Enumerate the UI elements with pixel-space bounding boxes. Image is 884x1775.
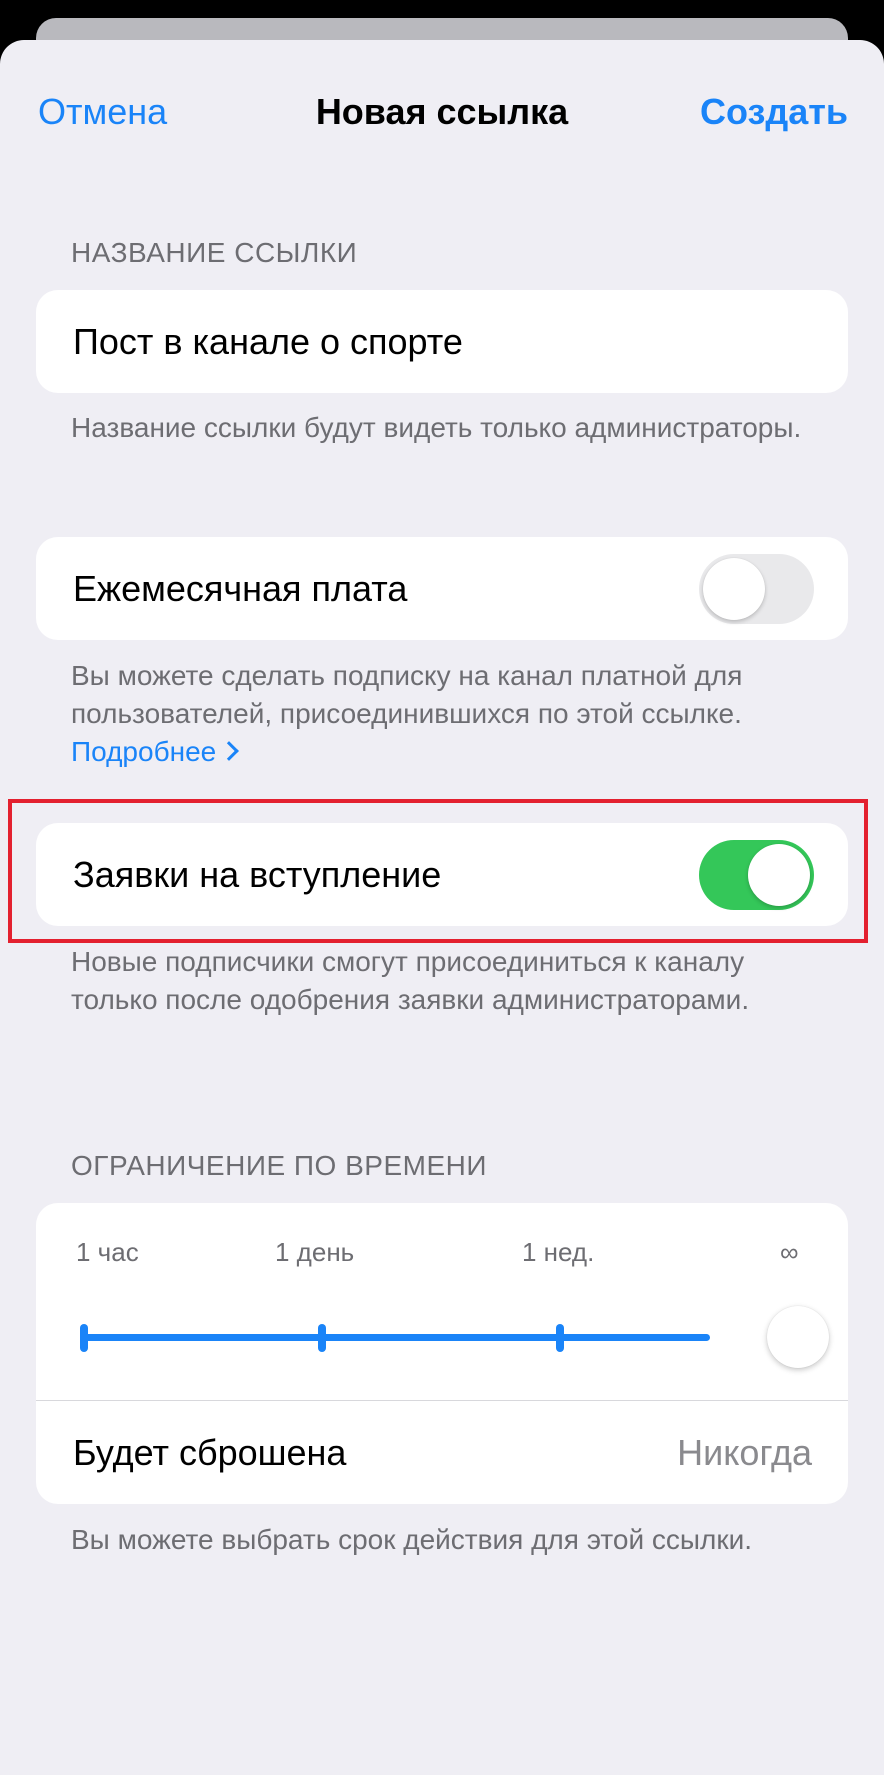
highlight-frame xyxy=(8,799,868,943)
link-name-header: НАЗВАНИЕ ССЫЛКИ xyxy=(71,237,358,268)
time-limit-footer: Вы можете выбрать срок действия для этой… xyxy=(71,1524,753,1555)
link-name-input[interactable] xyxy=(73,290,813,393)
tick-label-week: 1 нед. xyxy=(522,1237,595,1267)
monthly-fee-toggle[interactable] xyxy=(699,554,814,624)
link-name-row xyxy=(36,290,848,393)
monthly-fee-label: Ежемесячная плата xyxy=(73,568,408,609)
slider-tick-mark xyxy=(318,1324,326,1352)
slider-tick-mark xyxy=(556,1324,564,1352)
time-limit-header: ОГРАНИЧЕНИЕ ПО ВРЕМЕНИ xyxy=(71,1150,487,1181)
tick-label-hour: 1 час xyxy=(76,1237,139,1267)
reset-value: Никогда xyxy=(677,1432,812,1473)
monthly-fee-footer-text: Вы можете сделать подписку на канал плат… xyxy=(71,660,743,729)
tick-label-day: 1 день xyxy=(275,1237,355,1267)
more-link[interactable]: Подробнее xyxy=(71,736,240,767)
more-link-label: Подробнее xyxy=(71,736,217,767)
time-limit-slider[interactable]: 1 час 1 день 1 нед. ∞ xyxy=(36,1203,848,1401)
time-limit-card: 1 час 1 день 1 нед. ∞ Будет сброшена Ник… xyxy=(36,1203,848,1504)
reset-label: Будет сброшена xyxy=(73,1432,347,1473)
navigation-bar: Отмена Новая ссылка Создать xyxy=(0,84,884,140)
link-name-footer: Название ссылки будут видеть только адми… xyxy=(71,412,802,443)
reset-row: Будет сброшена Никогда xyxy=(36,1401,848,1504)
create-button[interactable]: Создать xyxy=(700,84,848,140)
slider-knob[interactable] xyxy=(767,1306,829,1368)
monthly-fee-footer: Вы можете сделать подписку на канал плат… xyxy=(71,657,821,771)
join-requests-footer: Новые подписчики смогут присоединиться к… xyxy=(71,946,750,1015)
tick-label-infinity: ∞ xyxy=(780,1237,799,1267)
slider-tick-mark xyxy=(80,1324,88,1352)
monthly-fee-row: Ежемесячная плата xyxy=(36,537,848,640)
chevron-right-icon xyxy=(219,741,240,761)
link-name-card xyxy=(36,290,848,393)
monthly-fee-card: Ежемесячная плата xyxy=(36,537,848,640)
toggle-knob xyxy=(703,558,765,620)
slider-track xyxy=(80,1334,710,1341)
